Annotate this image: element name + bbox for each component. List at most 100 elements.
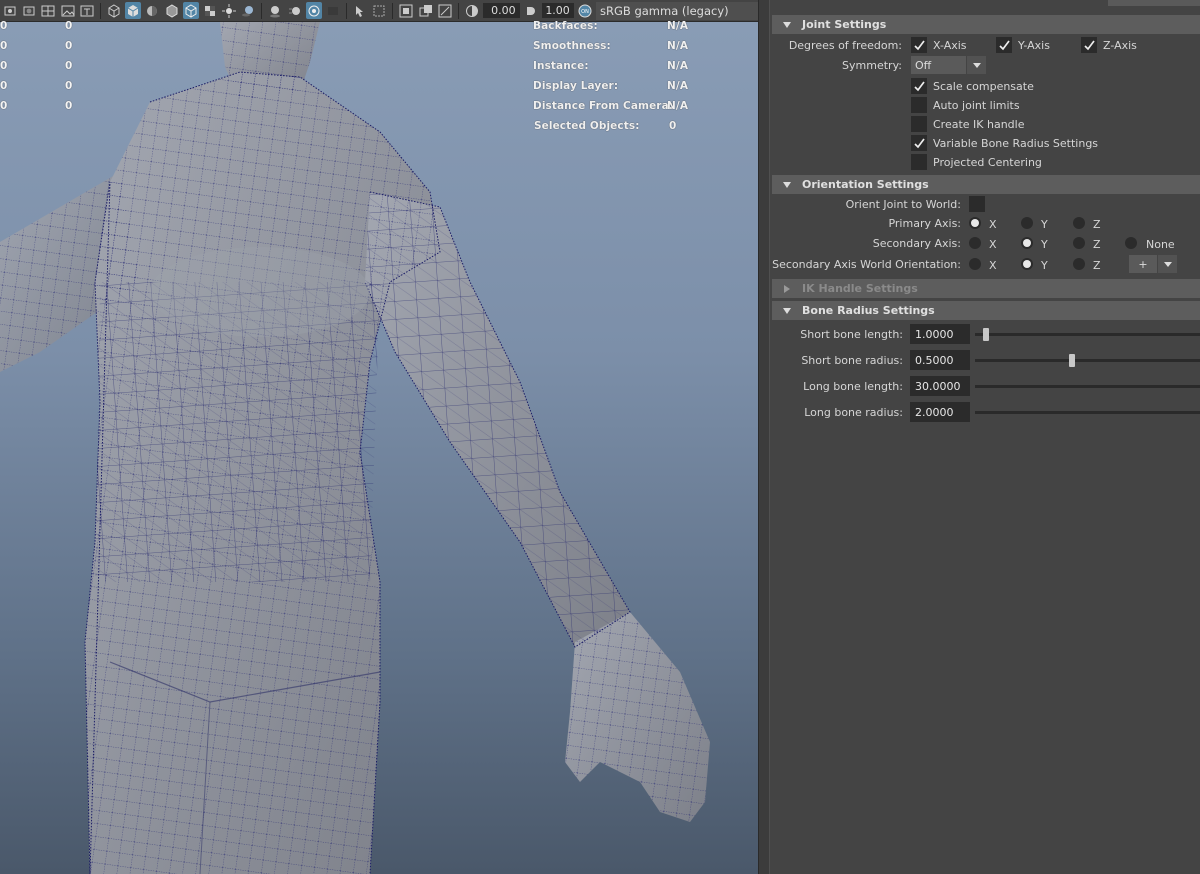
y-axis-label: Y-Axis xyxy=(1018,39,1050,52)
hud-stat-label: Display Layer: xyxy=(533,80,619,92)
short-bone-length-slider-thumb[interactable] xyxy=(983,328,990,341)
primary-axis-x-radio[interactable] xyxy=(969,217,981,229)
isolate-select-icon[interactable] xyxy=(352,2,368,19)
secondary-axis-z-radio[interactable] xyxy=(1073,237,1085,249)
symmetry-value: Off xyxy=(915,58,932,72)
gamma-icon[interactable] xyxy=(523,2,539,19)
color-management-toggle-icon[interactable]: ON xyxy=(577,2,593,19)
exposure-field[interactable]: 0.00 xyxy=(483,3,520,18)
hud-left-value: 0 xyxy=(0,20,8,32)
radio-label-x: X xyxy=(989,238,997,251)
xray-joints-icon[interactable] xyxy=(371,2,387,19)
hud-left-value: 0 xyxy=(65,20,73,32)
variable-bone-radius-label: Variable Bone Radius Settings xyxy=(933,137,1099,150)
wireframe-cube-icon[interactable] xyxy=(106,2,122,19)
auto-joint-limits-checkbox[interactable] xyxy=(911,97,927,113)
short-bone-radius-field[interactable]: 0.5000 xyxy=(910,350,970,370)
hud-left-value: 0 xyxy=(65,60,73,72)
ambient-occlusion-icon[interactable] xyxy=(267,2,283,19)
expand-arrow-icon[interactable] xyxy=(772,181,802,189)
checker-icon[interactable] xyxy=(202,2,218,19)
secondary-axis-label: Secondary Axis: xyxy=(872,237,961,250)
shadow-icon[interactable] xyxy=(240,2,256,19)
hud-stat-label: Selected Objects: xyxy=(534,120,640,132)
sphere-icon[interactable] xyxy=(21,2,37,19)
expand-arrow-icon[interactable] xyxy=(772,21,802,29)
secondary-axis-y-radio[interactable] xyxy=(1021,237,1033,249)
radio-label-z: Z xyxy=(1093,218,1101,231)
y-axis-checkbox[interactable] xyxy=(996,37,1012,53)
hud-left-value: 0 xyxy=(0,60,8,72)
antialias-icon[interactable] xyxy=(305,2,322,19)
secondary-axis-none-radio[interactable] xyxy=(1125,237,1137,249)
xray-cube-icon[interactable] xyxy=(182,2,199,19)
secondary-axis-x-radio[interactable] xyxy=(969,237,981,249)
scale-compensate-checkbox[interactable] xyxy=(911,78,927,94)
color-space-dropdown[interactable]: sRGB gamma (legacy) xyxy=(596,1,758,20)
dof-label: Degrees of freedom: xyxy=(788,39,902,52)
light-icon[interactable] xyxy=(221,2,237,19)
image-plane-icon[interactable] xyxy=(60,2,76,19)
collapsed-arrow-icon[interactable] xyxy=(772,284,802,294)
primary-axis-z-radio[interactable] xyxy=(1073,217,1085,229)
x-axis-checkbox[interactable] xyxy=(911,37,927,53)
character-mesh[interactable] xyxy=(0,22,758,874)
gamma-field[interactable]: 1.00 xyxy=(541,3,574,18)
auto-joint-limits-label: Auto joint limits xyxy=(933,99,1020,112)
world-orientation-z-radio[interactable] xyxy=(1073,258,1085,270)
projected-centering-checkbox[interactable] xyxy=(911,154,927,170)
expand-arrow-icon[interactable] xyxy=(772,307,802,315)
resolution-gate-icon[interactable] xyxy=(437,2,453,19)
symmetry-label: Symmetry: xyxy=(842,59,902,72)
viewport-toolbar: 0.00 1.00 ON sRGB gamma (legacy) xyxy=(0,0,758,22)
secondary-axis-world-orientation-label: Secondary Axis World Orientation: xyxy=(772,258,961,271)
wireframe-on-shaded-icon[interactable] xyxy=(163,2,179,19)
long-bone-length-label: Long bone length: xyxy=(803,380,903,393)
long-bone-radius-slider[interactable] xyxy=(975,411,1200,414)
shaded-cube-icon[interactable] xyxy=(125,2,142,19)
short-bone-length-slider[interactable] xyxy=(975,333,1200,336)
viewport-panel[interactable]: 0.00 1.00 ON sRGB gamma (legacy) 0 0 0 0… xyxy=(0,0,758,874)
short-bone-length-field[interactable]: 1.0000 xyxy=(910,324,970,344)
create-ik-handle-checkbox[interactable] xyxy=(911,116,927,132)
long-bone-length-slider[interactable] xyxy=(975,385,1200,388)
variable-bone-radius-checkbox[interactable] xyxy=(911,135,927,151)
hud-left-value: 0 xyxy=(65,100,73,112)
short-bone-radius-slider-thumb[interactable] xyxy=(1068,354,1075,367)
z-axis-checkbox[interactable] xyxy=(1081,37,1097,53)
frame-all-icon[interactable] xyxy=(398,2,414,19)
grid-icon[interactable] xyxy=(40,2,56,19)
exposure-icon[interactable] xyxy=(464,2,480,19)
chevron-down-icon xyxy=(1157,255,1177,273)
long-bone-radius-field[interactable]: 2.0000 xyxy=(910,402,970,422)
hud-stat-value: N/A xyxy=(667,20,689,32)
world-orientation-sign: + xyxy=(1138,257,1148,271)
short-bone-radius-label: Short bone radius: xyxy=(801,354,903,367)
view-cube-icon[interactable] xyxy=(2,2,18,19)
joint-settings-header[interactable]: Joint Settings xyxy=(772,15,1200,34)
projected-centering-label: Projected Centering xyxy=(933,156,1042,169)
world-orientation-y-radio[interactable] xyxy=(1021,258,1033,270)
section-title: IK Handle Settings xyxy=(802,282,918,295)
text-icon[interactable] xyxy=(79,2,95,19)
hud-left-value: 0 xyxy=(65,40,73,52)
panel-divider[interactable] xyxy=(758,0,770,874)
world-orientation-x-radio[interactable] xyxy=(969,258,981,270)
orientation-settings-header[interactable]: Orientation Settings xyxy=(772,175,1200,194)
hud-left-value: 0 xyxy=(65,80,73,92)
frame-selected-icon[interactable] xyxy=(418,2,434,19)
hud-stat-label: Smoothness: xyxy=(533,40,611,52)
ik-handle-settings-header[interactable]: IK Handle Settings xyxy=(772,279,1200,298)
motion-blur-icon[interactable] xyxy=(287,2,303,19)
world-orientation-sign-dropdown[interactable]: + xyxy=(1129,255,1177,273)
long-bone-length-field[interactable]: 30.0000 xyxy=(910,376,970,396)
depth-of-field-icon[interactable] xyxy=(325,2,341,19)
orient-joint-to-world-checkbox[interactable] xyxy=(969,196,985,212)
tool-settings-panel: Joint Settings Degrees of freedom: X-Axi… xyxy=(770,0,1200,874)
textured-icon[interactable] xyxy=(144,2,160,19)
symmetry-dropdown[interactable]: Off xyxy=(911,56,986,74)
short-bone-radius-slider[interactable] xyxy=(975,359,1200,362)
radio-label-z: Z xyxy=(1093,259,1101,272)
primary-axis-y-radio[interactable] xyxy=(1021,217,1033,229)
bone-radius-settings-header[interactable]: Bone Radius Settings xyxy=(772,301,1200,320)
